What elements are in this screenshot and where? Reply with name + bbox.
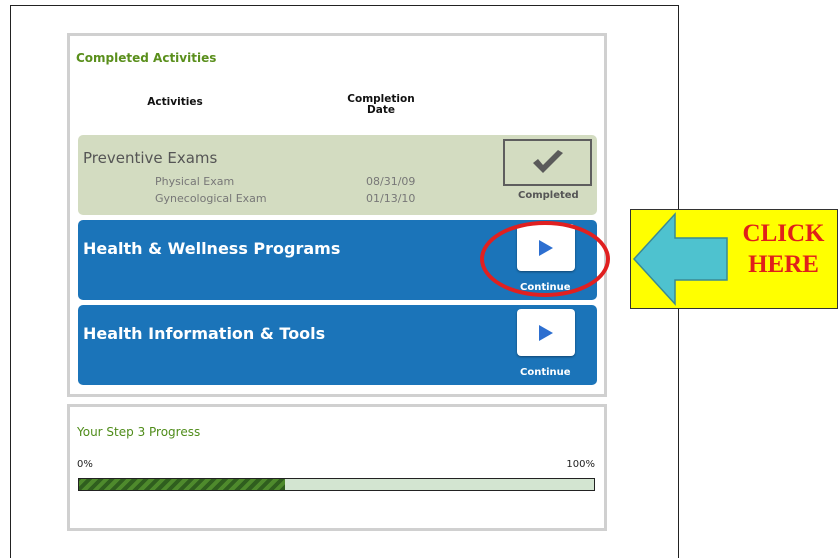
progress-min-label: 0%: [77, 459, 93, 470]
card-title: Health & Wellness Programs: [83, 239, 341, 258]
completed-status-box: [503, 139, 592, 186]
column-header-line: Date: [367, 104, 395, 116]
activity-name: Gynecological Exam: [155, 192, 267, 205]
left-arrow-icon: [632, 212, 728, 306]
completed-activities-panel: Completed Activities Activities Completi…: [67, 33, 607, 397]
step-progress-panel: Your Step 3 Progress 0% 100%: [67, 404, 607, 531]
activity-name: Physical Exam: [155, 175, 235, 188]
card-title: Health Information & Tools: [83, 324, 326, 343]
preventive-exams-card: Preventive Exams Physical Exam 08/31/09 …: [78, 135, 597, 215]
callout-line: CLICK: [742, 220, 825, 247]
highlight-circle: [480, 221, 610, 297]
activity-row: Gynecological Exam 01/13/10: [155, 192, 415, 205]
completed-label: Completed: [518, 190, 579, 201]
continue-button[interactable]: [517, 309, 575, 356]
column-header-activities: Activities: [147, 96, 203, 108]
column-header-completion-date: Completion Date: [346, 94, 416, 116]
callout-line: HERE: [748, 251, 819, 278]
check-icon: [532, 149, 563, 173]
continue-label[interactable]: Continue: [520, 367, 571, 378]
click-here-callout: CLICK HERE: [630, 209, 838, 309]
activity-row: Physical Exam 08/31/09: [155, 175, 415, 188]
play-icon: [539, 324, 553, 341]
health-information-tools-card[interactable]: Health Information & Tools Continue: [78, 305, 597, 385]
progress-max-label: 100%: [566, 459, 595, 470]
progress-bar: [78, 478, 595, 491]
card-title: Preventive Exams: [83, 149, 218, 167]
callout-text: CLICK HERE: [731, 218, 836, 280]
progress-title: Your Step 3 Progress: [77, 425, 201, 439]
activity-date: 01/13/10: [366, 192, 416, 205]
panel-title: Completed Activities: [76, 51, 217, 65]
activity-date: 08/31/09: [366, 175, 416, 188]
progress-bar-fill: [79, 479, 285, 490]
